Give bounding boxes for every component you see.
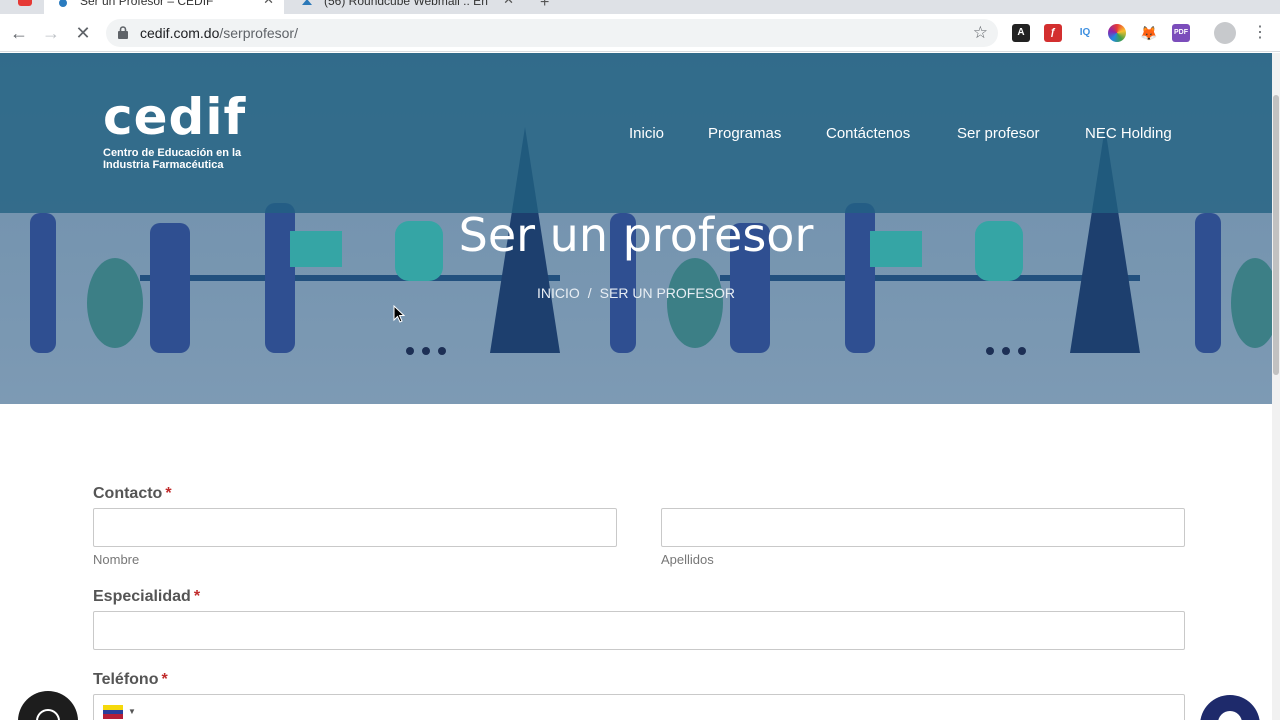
nav-item-programas[interactable]: Programas <box>708 125 781 142</box>
chat-icon <box>1218 711 1242 720</box>
profile-avatar[interactable] <box>1214 22 1236 44</box>
apellidos-sublabel: Apellidos <box>661 552 714 567</box>
especialidad-label: Especialidad * <box>93 588 200 606</box>
close-tab-icon[interactable]: ✕ <box>503 0 514 8</box>
especialidad-label-text: Especialidad <box>93 588 191 605</box>
new-tab-icon[interactable]: + <box>540 0 549 12</box>
required-mark: * <box>161 671 168 688</box>
page-title: Ser un profesor <box>458 208 814 262</box>
required-mark: * <box>165 485 172 502</box>
breadcrumb: INICIO / SER UN PROFESOR <box>0 285 1272 301</box>
browser-toolbar: ← → ✕ cedif.com.do/serprofesor/ ☆ A ƒ IQ… <box>0 14 1280 52</box>
telefono-label-text: Teléfono <box>93 671 159 688</box>
breadcrumb-home-link[interactable]: INICIO <box>537 285 580 301</box>
forward-icon[interactable]: → <box>41 23 61 43</box>
pdf-icon[interactable]: PDF <box>1172 24 1190 42</box>
nav-item-nec-holding[interactable]: NEC Holding <box>1085 125 1172 142</box>
logo-subtitle-line1: Centro de Educación en la <box>103 147 242 159</box>
nav-item-contactenos[interactable]: Contáctenos <box>826 125 910 142</box>
tab-ser-profesor[interactable]: Ser un Profesor – CEDIF ✕ <box>44 0 284 14</box>
mouse-cursor-icon <box>393 305 405 323</box>
close-tab-icon[interactable]: ✕ <box>263 0 274 8</box>
page-scrollbar[interactable] <box>1272 53 1280 720</box>
url-path: /serprofesor/ <box>219 25 298 41</box>
browser-tabstrip: Ser un Profesor – CEDIF ✕ (56) Roundcube… <box>0 0 1280 14</box>
cedif-favicon-icon <box>59 0 67 7</box>
breadcrumb-separator: / <box>587 285 592 301</box>
tab-title: (56) Roundcube Webmail :: En <box>324 0 488 8</box>
main-nav: Inicio Programas Contáctenos Ser profeso… <box>0 125 1272 145</box>
metamask-icon[interactable]: 🦊 <box>1140 24 1158 42</box>
url-text: cedif.com.do/serprofesor/ <box>140 25 298 41</box>
tab-title: Ser un Profesor – CEDIF <box>80 0 214 8</box>
pinned-tab-icon[interactable] <box>18 0 32 6</box>
telefono-input[interactable]: ▼ <box>93 694 1185 720</box>
bookmark-star-icon[interactable]: ☆ <box>973 23 988 43</box>
lock-icon <box>118 26 128 39</box>
whatsapp-button[interactable] <box>18 691 78 720</box>
color-wheel-icon[interactable] <box>1108 24 1126 42</box>
country-dropdown-caret-icon[interactable]: ▼ <box>128 707 136 716</box>
acrobat-icon[interactable]: A <box>1012 24 1030 42</box>
nav-item-ser-profesor[interactable]: Ser profesor <box>957 125 1040 142</box>
contacto-label: Contacto * <box>93 485 172 503</box>
required-mark: * <box>193 588 201 605</box>
stop-loading-icon[interactable]: ✕ <box>73 23 93 43</box>
roundcube-favicon-icon <box>302 0 312 5</box>
chat-widget-button[interactable] <box>1200 695 1260 720</box>
whatsapp-icon <box>36 709 60 720</box>
iq-icon[interactable]: IQ <box>1076 24 1094 42</box>
webpage: cedif Centro de Educación en la Industri… <box>0 53 1272 720</box>
logo-subtitle-line2: Industria Farmacéutica <box>103 159 224 171</box>
country-flag-icon[interactable] <box>103 705 123 719</box>
back-icon[interactable]: ← <box>9 23 29 43</box>
breadcrumb-current: SER UN PROFESOR <box>599 285 736 301</box>
apellidos-input[interactable] <box>661 508 1185 547</box>
browser-menu-icon[interactable]: ⋮ <box>1252 22 1268 42</box>
telefono-label: Teléfono * <box>93 671 168 689</box>
nombre-sublabel: Nombre <box>93 552 140 567</box>
tab-roundcube[interactable]: (56) Roundcube Webmail :: En ✕ <box>288 0 524 14</box>
address-bar[interactable]: cedif.com.do/serprofesor/ ☆ <box>106 19 998 47</box>
hero-banner: cedif Centro de Educación en la Industri… <box>0 53 1272 404</box>
nav-item-inicio[interactable]: Inicio <box>629 125 664 142</box>
scrollbar-thumb[interactable] <box>1273 95 1279 375</box>
contacto-label-text: Contacto <box>93 485 163 502</box>
nombre-input[interactable] <box>93 508 617 547</box>
url-domain: cedif.com.do <box>140 25 220 41</box>
flash-icon[interactable]: ƒ <box>1044 24 1062 42</box>
especialidad-input[interactable] <box>93 611 1185 650</box>
